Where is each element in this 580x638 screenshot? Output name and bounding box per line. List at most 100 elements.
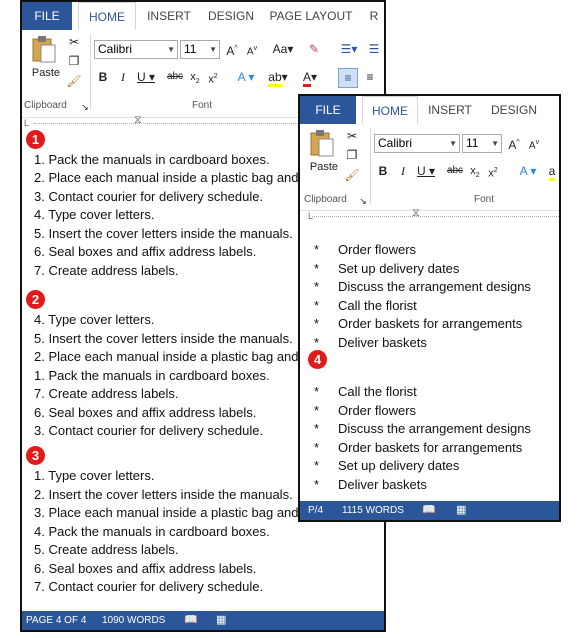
format-painter-icon[interactable]: 🖌 (344, 166, 360, 184)
indent-marker-icon[interactable]: ⧖ (412, 207, 420, 220)
text-effects-icon[interactable]: A ▾ (516, 162, 540, 180)
page-count[interactable]: P/4 (308, 501, 323, 520)
underline-button[interactable]: U ▾ (136, 68, 156, 86)
shrink-font-icon[interactable]: Av (244, 40, 260, 58)
copy-icon[interactable]: ❐ (66, 52, 82, 70)
dialog-launcher-icon[interactable]: ↘ (358, 192, 368, 210)
font-name-combo[interactable]: Calibri ▼ (94, 40, 178, 59)
paste-button[interactable]: Paste (26, 34, 62, 84)
underline-button[interactable]: U ▾ (416, 162, 436, 180)
subscript-button[interactable]: x2 (188, 68, 202, 86)
grow-font-icon[interactable]: A^ (224, 40, 240, 58)
strikethrough-button[interactable]: abc (444, 162, 466, 180)
highlight-icon[interactable]: ab▾ (266, 68, 290, 87)
highlight-icon[interactable]: a (544, 162, 559, 181)
bullet-marker: * (314, 477, 320, 492)
list-item: 4. Type cover letters. (34, 207, 155, 222)
ruler-track (312, 216, 559, 219)
word-window-front: FILE HOME INSERT DESIGN Paste ✂ ❐ 🖌 Clip… (298, 94, 561, 522)
tab-design[interactable]: DESIGN (484, 96, 544, 124)
chevron-down-icon[interactable]: ▼ (491, 135, 499, 152)
list-item: 5. Create address labels. (34, 542, 179, 557)
page-count[interactable]: PAGE 4 OF 4 (26, 611, 86, 630)
list-item: 3. Contact courier for delivery schedule… (34, 423, 264, 438)
format-painter-icon[interactable]: 🖌 (66, 72, 82, 90)
align-center-button[interactable]: ≡ (362, 68, 378, 86)
dialog-launcher-icon[interactable]: ↘ (80, 98, 90, 116)
tab-references-partial[interactable]: R (364, 2, 384, 30)
proofing-icon[interactable]: 📖 (422, 501, 436, 520)
tab-file[interactable]: FILE (300, 96, 356, 124)
macro-icon[interactable]: ▦ (456, 501, 466, 520)
word-count[interactable]: 1115 WORDS (342, 501, 404, 520)
tab-home[interactable]: HOME (362, 96, 418, 124)
cut-icon[interactable]: ✂ (66, 33, 82, 51)
italic-button[interactable]: I (396, 162, 410, 180)
text-effects-icon[interactable]: A ▾ (234, 68, 258, 86)
list-item: Call the florist (338, 298, 417, 313)
tab-insert[interactable]: INSERT (140, 2, 198, 30)
font-size-value: 11 (184, 42, 197, 56)
group-separator (370, 128, 371, 204)
subscript-button[interactable]: x2 (468, 162, 482, 180)
bullet-marker: * (314, 403, 320, 418)
bold-button[interactable]: B (96, 68, 110, 86)
list-item: Discuss the arrangement designs (338, 421, 531, 436)
shrink-font-icon[interactable]: Av (526, 134, 542, 152)
list-item: Order baskets for arrangements (338, 316, 523, 331)
list-item: 6. Seal boxes and affix address labels. (34, 244, 257, 259)
ribbon-tabs: FILE HOME INSERT DESIGN (300, 96, 559, 125)
indent-marker-icon[interactable]: ⧖ (134, 114, 142, 127)
font-size-combo[interactable]: 11 ▼ (180, 40, 220, 59)
chevron-down-icon[interactable]: ▼ (209, 41, 217, 58)
status-bar: PAGE 4 OF 4 1090 WORDS 📖 ▦ (22, 611, 384, 630)
font-name-value: Calibri (98, 42, 133, 56)
clear-formatting-icon[interactable]: ✎ (306, 40, 322, 58)
bullet-marker: * (314, 335, 320, 350)
word-count[interactable]: 1090 WORDS (102, 611, 165, 630)
change-case-icon[interactable]: Aa▾ (270, 40, 296, 58)
list-item: 2. Insert the cover letters inside the m… (34, 487, 293, 502)
italic-button[interactable]: I (116, 68, 130, 86)
superscript-button[interactable]: x2 (206, 68, 220, 86)
chevron-down-icon[interactable]: ▼ (449, 135, 457, 152)
bullet-marker: * (314, 279, 320, 294)
strikethrough-button[interactable]: abc (164, 68, 186, 86)
cut-icon[interactable]: ✂ (344, 127, 360, 145)
group-font-label: Font (474, 194, 495, 205)
grow-font-icon[interactable]: A^ (506, 134, 522, 152)
list-item: 6. Seal boxes and affix address labels. (34, 405, 257, 420)
list-item: 7. Create address labels. (34, 386, 179, 401)
align-left-button[interactable]: ≡ (338, 68, 358, 88)
tab-page-layout[interactable]: PAGE LAYOUT (266, 2, 356, 30)
font-size-combo[interactable]: 11 ▼ (462, 134, 502, 153)
chevron-down-icon[interactable]: ▼ (167, 41, 175, 58)
proofing-icon[interactable]: 📖 (184, 611, 198, 630)
list-item: 1. Type cover letters. (34, 468, 155, 483)
tab-insert[interactable]: INSERT (422, 96, 478, 124)
font-name-combo[interactable]: Calibri ▼ (374, 134, 460, 153)
bold-button[interactable]: B (376, 162, 390, 180)
copy-icon[interactable]: ❐ (344, 146, 360, 164)
bullet-marker: * (314, 421, 320, 436)
list-item: 4. Pack the manuals in cardboard boxes. (34, 524, 270, 539)
numbering-icon[interactable]: ☰ (366, 40, 382, 58)
list-item: Set up delivery dates (338, 261, 460, 276)
bullet-marker: * (314, 316, 320, 331)
font-color-icon[interactable]: A▾ (298, 68, 322, 87)
tab-file[interactable]: FILE (22, 2, 72, 30)
ribbon-tabs: FILE HOME INSERT DESIGN PAGE LAYOUT R (22, 2, 384, 31)
superscript-button[interactable]: x2 (486, 162, 500, 180)
horizontal-ruler[interactable]: L ⧖ (300, 207, 559, 224)
paste-button[interactable]: Paste (304, 128, 340, 178)
macro-icon[interactable]: ▦ (216, 611, 226, 630)
bullet-marker: * (314, 440, 320, 455)
document-page[interactable]: * Order flowers * Set up delivery dates … (300, 223, 559, 501)
tab-stop-icon[interactable]: L (24, 118, 29, 128)
tab-design[interactable]: DESIGN (202, 2, 260, 30)
tab-home[interactable]: HOME (78, 2, 136, 30)
ribbon: Paste ✂ ❐ 🖌 Clipboard ↘ Calibri ▼ 11 ▼ A^ … (300, 124, 559, 208)
clipboard-icon (310, 130, 334, 157)
bullets-icon[interactable]: ☰▾ (336, 40, 362, 58)
step-badge-4: 4 (308, 350, 327, 369)
